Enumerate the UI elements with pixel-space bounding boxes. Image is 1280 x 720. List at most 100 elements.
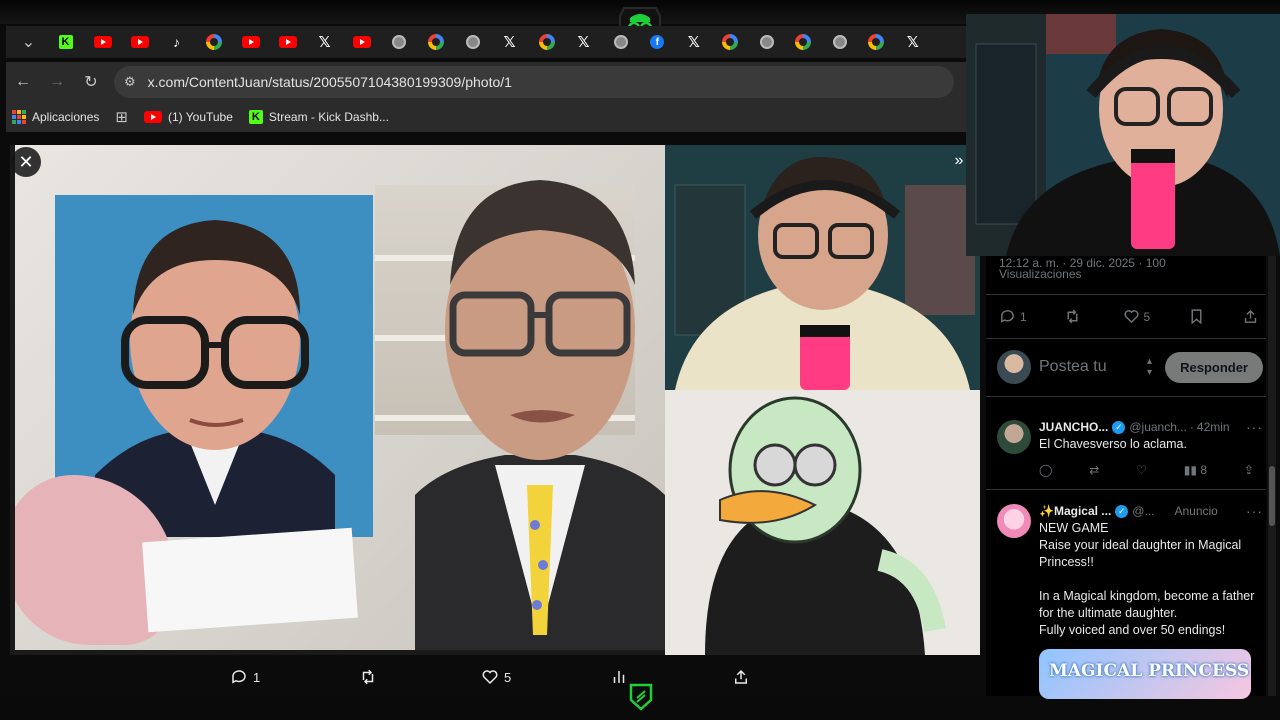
avatar: [997, 350, 1031, 384]
more-options-icon[interactable]: ···: [1246, 503, 1263, 519]
browser-tab[interactable]: 𝕏: [306, 26, 343, 58]
browser-tab[interactable]: [822, 26, 859, 58]
browser-tab[interactable]: [121, 26, 158, 58]
browser-tab[interactable]: f: [639, 26, 676, 58]
photo-action-bar: 1 5: [230, 664, 750, 690]
reply-input[interactable]: Postea tu: [1039, 358, 1139, 376]
more-options-icon[interactable]: ···: [1246, 419, 1263, 435]
apps-grid-icon: [12, 110, 26, 124]
browser-tab[interactable]: [528, 26, 565, 58]
youtube-icon: [278, 36, 297, 48]
google-icon: [205, 34, 222, 50]
browser-tab[interactable]: 𝕏: [676, 26, 713, 58]
bookmark-apps[interactable]: Aplicaciones: [12, 110, 99, 124]
reply-header: JUANCHO... ✓ @juanch... · 42min ···: [1039, 419, 1263, 435]
viewer-repost-button[interactable]: [359, 668, 382, 686]
bookmark-grid[interactable]: ⊞: [115, 108, 128, 126]
reply-icon: [232, 670, 246, 684]
avatar: [997, 504, 1031, 538]
repost-icon[interactable]: ⇄: [1089, 463, 1099, 477]
reply-author-handle: @juanch...: [1129, 420, 1187, 434]
browser-tab[interactable]: [785, 26, 822, 58]
globe-icon: [832, 35, 847, 49]
browser-tab[interactable]: [749, 26, 786, 58]
tweet-like-button[interactable]: 5: [1123, 308, 1150, 325]
reply-author-name[interactable]: JUANCHO...: [1039, 420, 1108, 434]
browser-tab[interactable]: [712, 26, 749, 58]
ad-author-name[interactable]: ✨Magical ...: [1039, 504, 1111, 518]
repost-icon: [362, 669, 374, 685]
ad-banner-title: MAGICAL PRINCESS: [1049, 661, 1250, 681]
url-text: x.com/ContentJuan/status/200550710438019…: [147, 74, 512, 90]
views-button[interactable]: ▮▮ 8: [1184, 463, 1207, 477]
browser-tab[interactable]: [380, 26, 417, 58]
bookmark-kick[interactable]: K Stream - Kick Dashb...: [248, 110, 389, 124]
viewer-like-button[interactable]: 5: [481, 668, 511, 686]
tweet-reply-button[interactable]: 1: [999, 308, 1027, 325]
reply-action-bar: ◯ ⇄ ♡ ▮▮ 8 ⇪: [1039, 463, 1254, 477]
heart-icon[interactable]: ♡: [1136, 463, 1147, 477]
browser-tab[interactable]: [602, 26, 639, 58]
browser-tab[interactable]: [454, 26, 491, 58]
browser-tab[interactable]: [84, 26, 121, 58]
bookmarks-bar: Aplicaciones ⊞ (1) YouTube K Stream - Ki…: [6, 102, 966, 132]
browser-tab[interactable]: K: [47, 26, 84, 58]
globe-icon: [465, 35, 480, 49]
scrollbar-thumb[interactable]: [1269, 466, 1275, 526]
photo-viewer[interactable]: [10, 145, 980, 655]
tweet-action-bar: 1 5: [999, 308, 1259, 325]
reply-icon[interactable]: ◯: [1039, 463, 1052, 477]
reply-item[interactable]: JUANCHO... ✓ @juanch... · 42min ··· El C…: [997, 418, 1263, 477]
media-toggle-icon[interactable]: ▴ ▾: [1147, 356, 1152, 378]
browser-tab-strip: ⌄ K ♪ 𝕏 𝕏 𝕏f 𝕏 𝕏: [6, 26, 966, 58]
browser-tab[interactable]: [343, 26, 380, 58]
verified-badge-icon: ✓: [1112, 420, 1126, 434]
shield-logo-icon: [626, 680, 656, 714]
tweet-share-button[interactable]: [1242, 308, 1259, 325]
divider: [986, 338, 1266, 339]
views-chart-icon: ▮▮: [1183, 463, 1198, 477]
browser-tab[interactable]: [858, 26, 895, 58]
streamer-facecam: [966, 14, 1280, 256]
browser-tab[interactable]: 𝕏: [895, 26, 932, 58]
back-button[interactable]: ←: [6, 65, 40, 99]
viewer-reply-button[interactable]: 1: [230, 668, 260, 686]
ad-banner-image[interactable]: MAGICAL PRINCESS: [1039, 649, 1251, 699]
reload-button[interactable]: ↻: [74, 65, 108, 99]
tweet-bookmark-button[interactable]: [1188, 308, 1205, 325]
chevron-down-icon: ⌄: [21, 34, 36, 51]
paper-cutout: [142, 527, 358, 633]
repost-icon: [1067, 309, 1078, 324]
heart-icon: [1123, 310, 1139, 324]
sidebar-scrollbar[interactable]: [1268, 256, 1276, 696]
ad-item[interactable]: ✨Magical ... ✓ @... Anuncio ··· NEW GAME…: [997, 502, 1263, 699]
browser-tab[interactable]: [195, 26, 232, 58]
bookmark-youtube[interactable]: (1) YouTube: [143, 110, 233, 124]
viewer-share-button[interactable]: [732, 668, 750, 686]
youtube-icon: [352, 36, 371, 48]
reply-icon: [1001, 310, 1014, 323]
browser-tab[interactable]: 𝕏: [565, 26, 602, 58]
browser-tab[interactable]: ♪: [158, 26, 195, 58]
google-icon: [722, 34, 739, 50]
x-icon: 𝕏: [318, 33, 331, 51]
browser-tab[interactable]: ⌄: [10, 26, 47, 58]
site-settings-icon[interactable]: ⚙: [124, 74, 136, 90]
close-viewer-button[interactable]: ✕: [11, 147, 41, 177]
address-bar[interactable]: ⚙ x.com/ContentJuan/status/2005507104380…: [114, 66, 954, 98]
heart-icon: [482, 670, 498, 685]
tweet-reply-count: 1: [1020, 309, 1027, 324]
kick-icon: K: [58, 35, 73, 49]
reply-submit-button[interactable]: Responder: [1165, 351, 1263, 383]
tweet-views-label: Visualizaciones: [999, 267, 1082, 281]
facebook-icon: f: [650, 35, 665, 49]
browser-tab[interactable]: [232, 26, 269, 58]
tweet-repost-button[interactable]: [1064, 308, 1085, 325]
browser-tab[interactable]: [269, 26, 306, 58]
browser-tab[interactable]: 𝕏: [491, 26, 528, 58]
youtube-icon: [241, 36, 260, 48]
divider: [986, 396, 1266, 397]
share-icon[interactable]: ⇪: [1244, 463, 1254, 477]
forward-button[interactable]: →: [40, 65, 74, 99]
browser-tab[interactable]: [417, 26, 454, 58]
